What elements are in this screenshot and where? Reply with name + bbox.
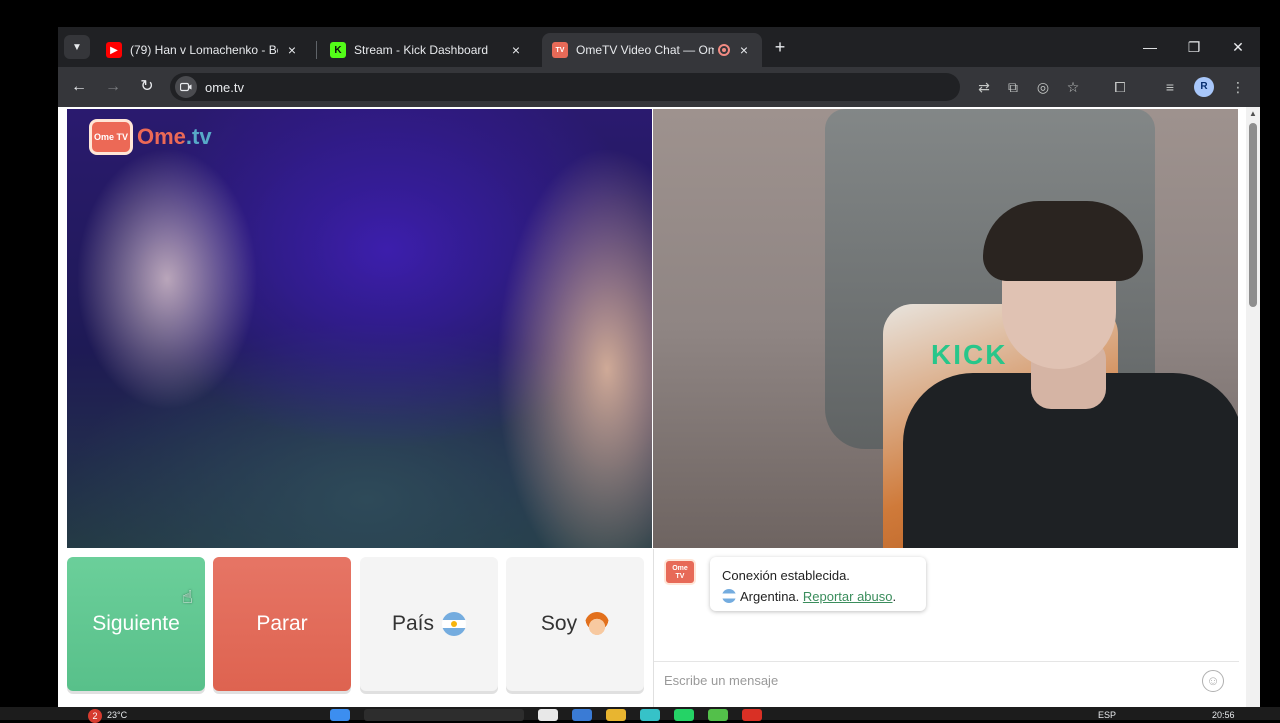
report-abuse-link[interactable]: Reportar abuso (803, 589, 893, 604)
message-input[interactable] (664, 673, 1184, 688)
profile-avatar[interactable]: R (1194, 77, 1214, 97)
minimize-button[interactable]: — (1136, 35, 1164, 59)
logo-word: Ome (137, 124, 186, 149)
page-content: Ome TV Ome.tv KICK Siguiente Parar País … (58, 107, 1260, 720)
tab-kick[interactable]: K Stream - Kick Dashboard × (320, 33, 534, 67)
close-icon[interactable]: × (508, 42, 524, 58)
browser-toolbar: ← → ↻ ome.tv ⇄ ⧉ ◎ ☆ ⧠ ≡ R ⋮ (58, 67, 1260, 107)
argentina-flag-icon (722, 589, 736, 603)
next-button-label: Siguiente (92, 612, 180, 635)
forward-button[interactable]: → (100, 75, 126, 99)
tab-title: Stream - Kick Dashboard (354, 43, 489, 57)
reload-button[interactable]: ↻ (134, 75, 160, 99)
mouse-cursor-icon: ☝ (182, 587, 193, 607)
system-message: Conexión establecida. Argentina. Reporta… (710, 557, 926, 611)
kick-icon: K (330, 42, 346, 58)
weather-alert-badge[interactable]: 2 (88, 709, 102, 723)
stranger-video: Ome TV Ome.tv (67, 109, 652, 548)
media-control-icon[interactable]: ≡ (1158, 75, 1182, 99)
next-button[interactable]: Siguiente (67, 557, 205, 691)
emoji-icon[interactable]: ☺ (1202, 670, 1224, 692)
chat-input-row: ☺ (654, 661, 1239, 699)
tab-search-button[interactable]: ▼ (64, 35, 90, 59)
scroll-up-arrow-icon[interactable]: ▲ (1249, 109, 1257, 118)
page-scrollbar[interactable]: ▲ ▼ (1246, 107, 1260, 720)
whatsapp-icon[interactable] (674, 709, 694, 721)
recording-icon (718, 44, 730, 56)
country-line: Argentina. Reportar abuso. (722, 586, 914, 607)
app-icon[interactable] (708, 709, 728, 721)
chrome-icon[interactable] (742, 709, 762, 721)
chat-ometv-icon: Ome TV (664, 559, 696, 585)
self-video: KICK (653, 109, 1238, 548)
stop-button-label: Parar (256, 612, 308, 635)
country-button[interactable]: País (360, 557, 498, 691)
new-tab-button[interactable]: + (768, 36, 792, 60)
logo-badge: Ome TV (89, 119, 133, 155)
site-info-icon[interactable] (175, 76, 197, 98)
report-suffix: . (892, 589, 897, 604)
translate-icon[interactable]: ⇄ (972, 75, 996, 99)
back-button[interactable]: ← (66, 75, 92, 99)
logo-text: Ome.tv (137, 124, 212, 150)
tab-title: (79) Han v Lomachenko - Boxin (130, 43, 278, 57)
folder-icon[interactable] (606, 709, 626, 721)
url-text: ome.tv (205, 79, 245, 95)
bookmark-star-icon[interactable]: ☆ (1061, 75, 1085, 99)
chair-logo: KICK (931, 339, 1008, 370)
stop-button[interactable]: Parar (213, 557, 351, 691)
scroll-thumb[interactable] (1249, 123, 1257, 307)
close-icon[interactable]: × (736, 42, 752, 58)
connection-status: Conexión establecida. (722, 568, 850, 583)
menu-icon[interactable]: ⋮ (1226, 75, 1250, 99)
address-bar[interactable]: ome.tv (170, 73, 960, 101)
tab-divider (316, 41, 317, 59)
chat-panel: Ome TV Conexión establecida. Argentina. R… (653, 549, 1239, 719)
ometv-logo: Ome TV Ome.tv (89, 119, 212, 155)
restore-button[interactable]: ❐ (1180, 35, 1208, 59)
boy-avatar-icon (585, 612, 610, 636)
gender-button-label: Soy (540, 612, 578, 635)
close-window-button[interactable]: ✕ (1224, 35, 1252, 59)
tab-youtube[interactable]: ▶ (79) Han v Lomachenko - Boxin × (96, 33, 310, 67)
start-icon[interactable] (330, 709, 350, 721)
tab-ometv[interactable]: TV OmeTV Video Chat — Ome × (542, 33, 762, 67)
logo-suffix: .tv (185, 124, 212, 149)
clock[interactable]: 20:56 (1212, 710, 1235, 720)
browser-window: ▼ ▶ (79) Han v Lomachenko - Boxin × K St… (58, 27, 1260, 720)
extensions-icon[interactable]: ⧠ (1108, 75, 1132, 99)
edge-icon[interactable] (640, 709, 660, 721)
youtube-icon: ▶ (106, 42, 122, 58)
argentina-flag-icon (442, 612, 467, 636)
country-button-label: País (391, 612, 435, 635)
gender-button[interactable]: Soy (506, 557, 644, 691)
temperature[interactable]: 23°C (107, 710, 127, 720)
close-icon[interactable]: × (284, 42, 300, 58)
tab-strip: ▼ ▶ (79) Han v Lomachenko - Boxin × K St… (58, 27, 1260, 67)
taskbar-apps (330, 709, 762, 721)
country-name: Argentina. (740, 589, 800, 604)
store-icon[interactable] (572, 709, 592, 721)
tab-title: OmeTV Video Chat — Ome (576, 43, 714, 57)
tracking-protection-icon[interactable]: ◎ (1031, 75, 1055, 99)
install-app-icon[interactable]: ⧉ (1001, 75, 1025, 99)
person-hair (983, 201, 1143, 281)
screen: ▼ ▶ (79) Han v Lomachenko - Boxin × K St… (0, 0, 1280, 723)
ometv-icon: TV (552, 42, 568, 58)
taskbar-search[interactable] (364, 709, 524, 721)
language-indicator[interactable]: ESP (1098, 710, 1116, 720)
windows-taskbar: 2 23°C ESP 20:56 (0, 707, 1280, 723)
file-icon[interactable] (538, 709, 558, 721)
